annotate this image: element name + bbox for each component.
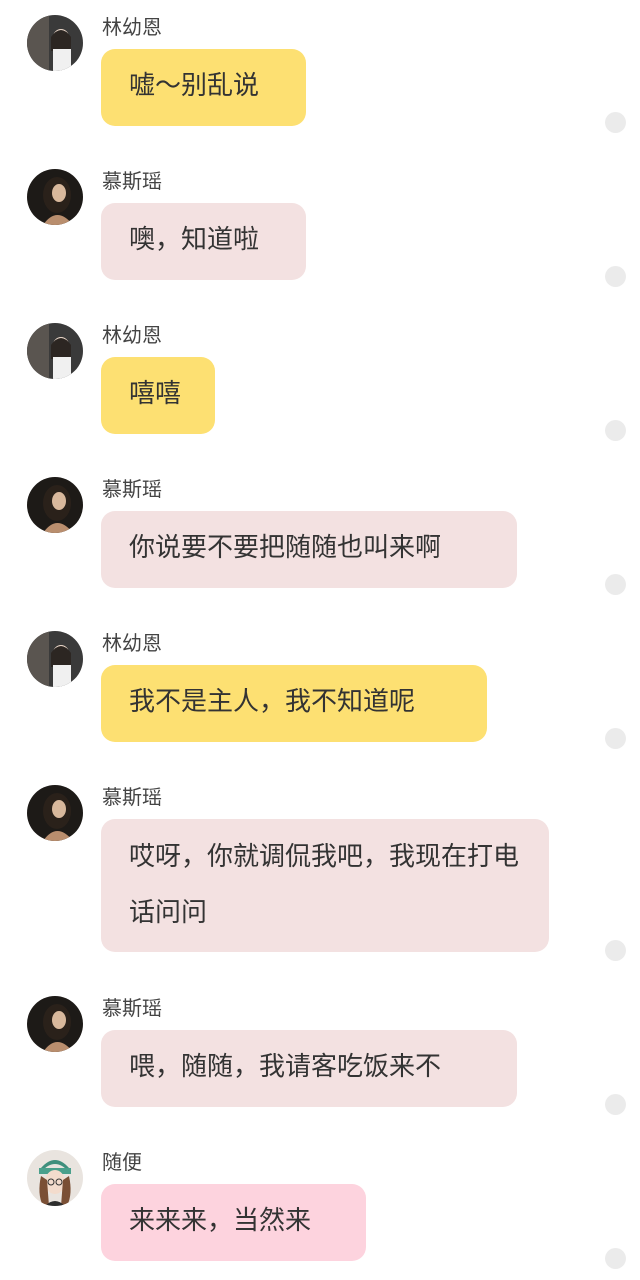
avatar-mu[interactable] — [27, 477, 83, 533]
avatar-mu[interactable] — [27, 996, 83, 1052]
message-bubble[interactable]: 嘻嘻 — [101, 357, 215, 434]
sender-name: 随便 — [102, 1150, 142, 1174]
avatar-lin[interactable] — [27, 323, 83, 379]
status-dot — [605, 1094, 626, 1115]
status-dot — [605, 940, 626, 961]
message-bubble[interactable]: 喂，随随，我请客吃饭来不 — [101, 1030, 517, 1107]
status-dot — [605, 266, 626, 287]
sender-name: 林幼恩 — [102, 631, 162, 655]
avatar-mu[interactable] — [27, 785, 83, 841]
status-dot — [605, 1248, 626, 1269]
sender-name: 慕斯瑶 — [102, 169, 162, 193]
avatar-lin[interactable] — [27, 15, 83, 71]
sender-name: 慕斯瑶 — [102, 477, 162, 501]
status-dot — [605, 112, 626, 133]
sender-name: 林幼恩 — [102, 15, 162, 39]
status-dot — [605, 574, 626, 595]
message-bubble[interactable]: 嘘～别乱说 — [101, 49, 306, 126]
message-bubble[interactable]: 噢，知道啦 — [101, 203, 306, 280]
avatar-mu[interactable] — [27, 169, 83, 225]
sender-name: 林幼恩 — [102, 323, 162, 347]
message-bubble[interactable]: 来来来，当然来 — [101, 1184, 366, 1261]
message-bubble[interactable]: 你说要不要把随随也叫来啊 — [101, 511, 517, 588]
status-dot — [605, 728, 626, 749]
avatar-sui[interactable] — [27, 1150, 83, 1206]
status-dot — [605, 420, 626, 441]
avatar-lin[interactable] — [27, 631, 83, 687]
message-bubble[interactable]: 我不是主人，我不知道呢 — [101, 665, 487, 742]
sender-name: 慕斯瑶 — [102, 996, 162, 1020]
message-bubble[interactable]: 哎呀，你就调侃我吧，我现在打电话问问 — [101, 819, 549, 952]
sender-name: 慕斯瑶 — [102, 785, 162, 809]
